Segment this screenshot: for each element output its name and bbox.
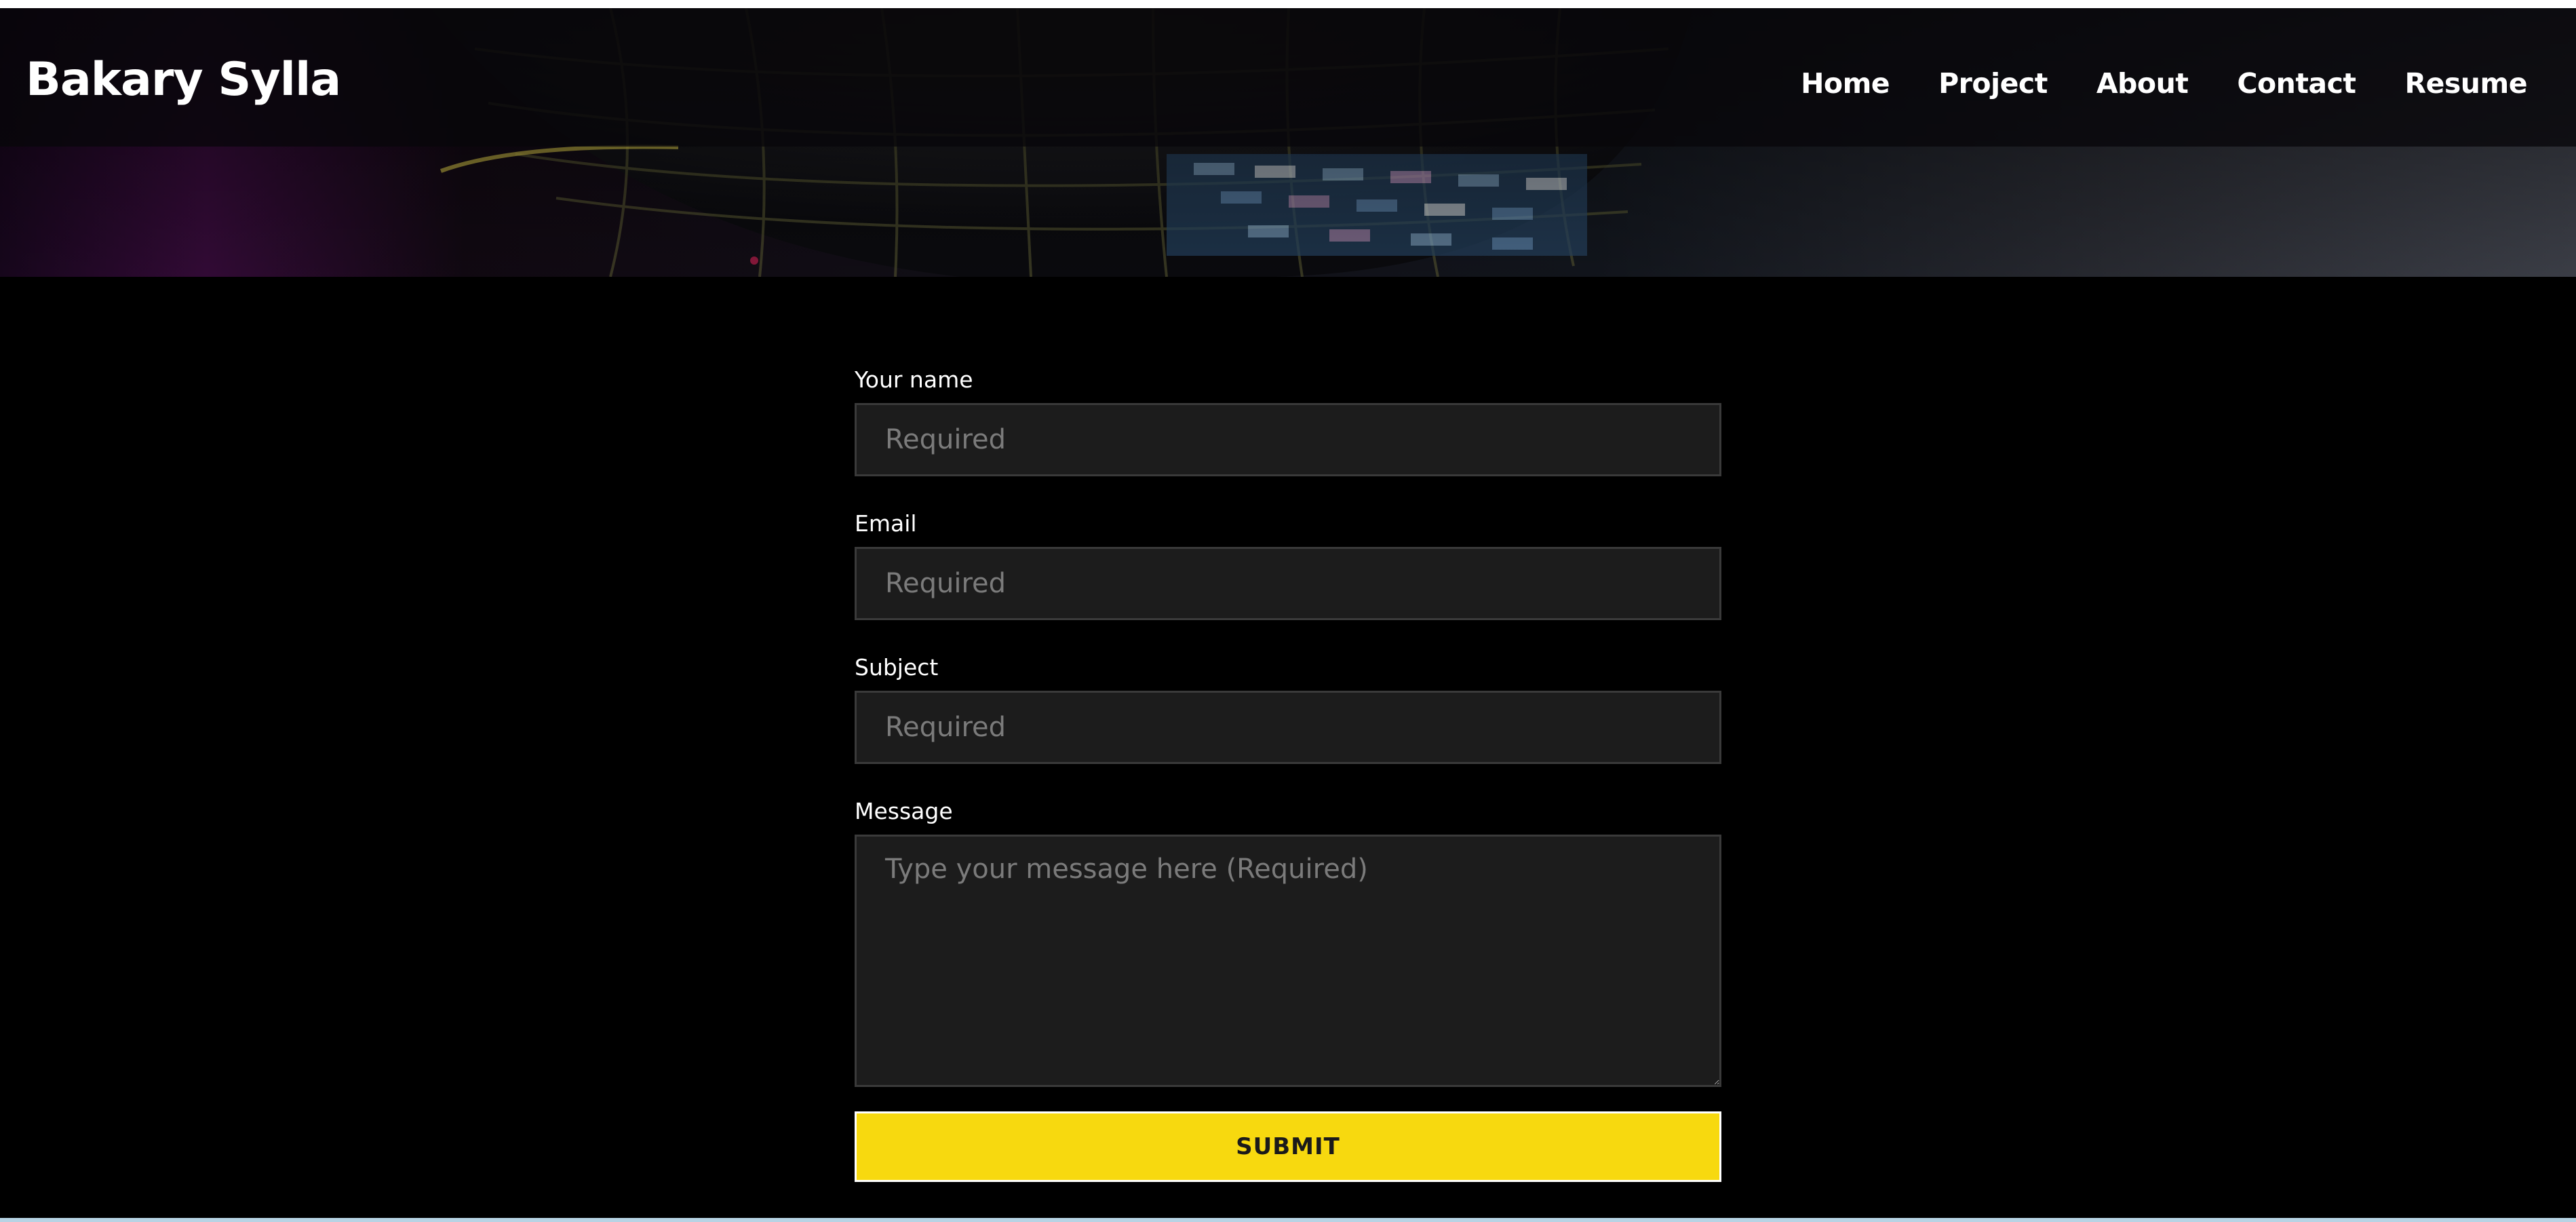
nav-resume[interactable]: Resume — [2405, 66, 2528, 100]
nav-about[interactable]: About — [2096, 66, 2189, 100]
submit-button[interactable]: SUBMIT — [855, 1111, 1721, 1182]
site-header: Bakary Sylla Home Project About Contact … — [0, 8, 2576, 147]
page: Bakary Sylla Home Project About Contact … — [0, 0, 2576, 1222]
nav-home[interactable]: Home — [1801, 66, 1890, 100]
nav-contact[interactable]: Contact — [2237, 66, 2356, 100]
top-edge — [0, 0, 2576, 8]
name-label: Your name — [855, 366, 973, 393]
message-textarea[interactable] — [855, 835, 1721, 1087]
email-input[interactable] — [855, 547, 1721, 620]
name-input[interactable] — [855, 403, 1721, 476]
brand-logo[interactable]: Bakary Sylla — [26, 53, 341, 107]
bottom-edge — [0, 1218, 2576, 1222]
subject-label: Subject — [855, 654, 939, 681]
email-label: Email — [855, 510, 917, 537]
contact-form: Your name Email Subject Message SUBMIT — [855, 366, 1721, 1182]
subject-input[interactable] — [855, 691, 1721, 764]
main-nav: Home Project About Contact Resume — [1801, 66, 2527, 100]
message-label: Message — [855, 798, 953, 824]
nav-project[interactable]: Project — [1938, 66, 2048, 100]
